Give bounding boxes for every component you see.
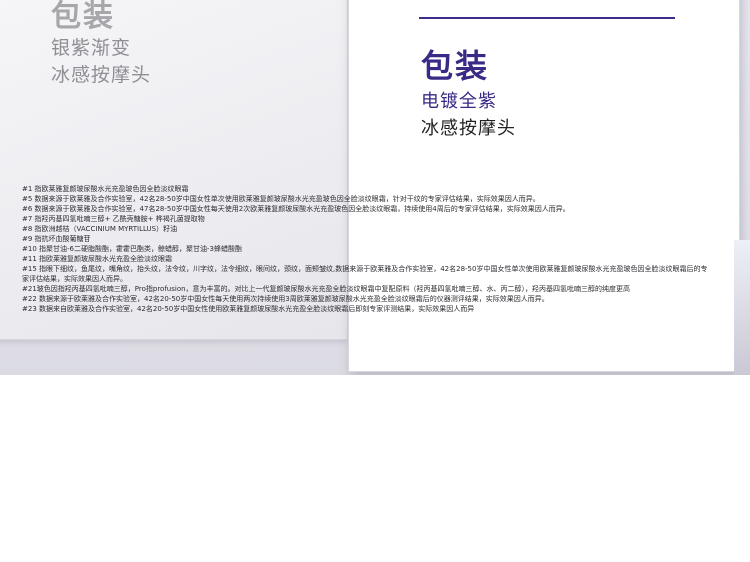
- footnote: #8 指欧洲越桔（VACCINIUM MYRTILLUS）籽油: [22, 225, 178, 233]
- left-card-line2: 冰感按摩头: [51, 64, 152, 86]
- edge-decoration: [734, 240, 750, 375]
- right-card-title: 包装: [421, 47, 490, 85]
- packaging-hero: 包装 银紫渐变 冰感按摩头 包装 电镀全紫 冰感按摩头 #1 指欧莱雅复颜玻尿酸…: [0, 0, 750, 375]
- right-card-line1: 电镀全紫: [421, 91, 497, 112]
- footnote: #1 指欧莱雅复颜玻尿酸水光充盈玻色因全脸淡纹眼霜: [22, 185, 189, 193]
- footnote: #11 指欧莱雅复颜玻尿酸水光充盈全脸淡纹眼霜: [22, 255, 172, 263]
- footnote: #7 指羟丙基四氢吡喃三醇+ 乙酰壳糖胺+ 桦褐孔菌提取物: [22, 215, 205, 223]
- footnote: #22 数据来源于欧莱雅及合作实验室，42名20-50岁中国女性每天使用两次持续…: [22, 295, 549, 303]
- footnote: #5 数据来源于欧莱雅及合作实验室，42名28-50岁中国女性单次使用欧莱雅复颜…: [22, 195, 540, 203]
- footnotes: #1 指欧莱雅复颜玻尿酸水光充盈玻色因全脸淡纹眼霜 #5 数据来源于欧莱雅及合作…: [22, 184, 712, 314]
- footnote: #10 指聚甘油-6二硬脂酸酯，霍霍巴酯类，鲸蜡醇，聚甘油-3蜂蜡酸酯: [22, 245, 242, 253]
- footnote: #23 数据来自欧莱雅及合作实验室，42名20-50岁中国女性使用欧莱雅复颜玻尿…: [22, 305, 475, 313]
- footnote: #9 指抗坏血酸葡糖苷: [22, 235, 91, 243]
- footnote: #6 数据来源于欧莱雅及合作实验室，47名28-50岁中国女性每天使用2次欧莱雅…: [22, 205, 570, 213]
- footnote: #15 指眼下细纹，鱼尾纹，嘴角纹，抬头纹，法令纹，川字纹，法令细纹，眼间纹，颈…: [22, 265, 708, 283]
- left-card-title: 包装: [51, 0, 115, 34]
- accent-divider: [419, 17, 675, 19]
- right-card-line2: 冰感按摩头: [421, 118, 516, 139]
- left-card-line1: 银紫渐变: [51, 37, 132, 59]
- footnote: #21玻色因指羟丙基四氢吡喃三醇，Pro指profusion，意为丰富的。对比上…: [22, 285, 631, 293]
